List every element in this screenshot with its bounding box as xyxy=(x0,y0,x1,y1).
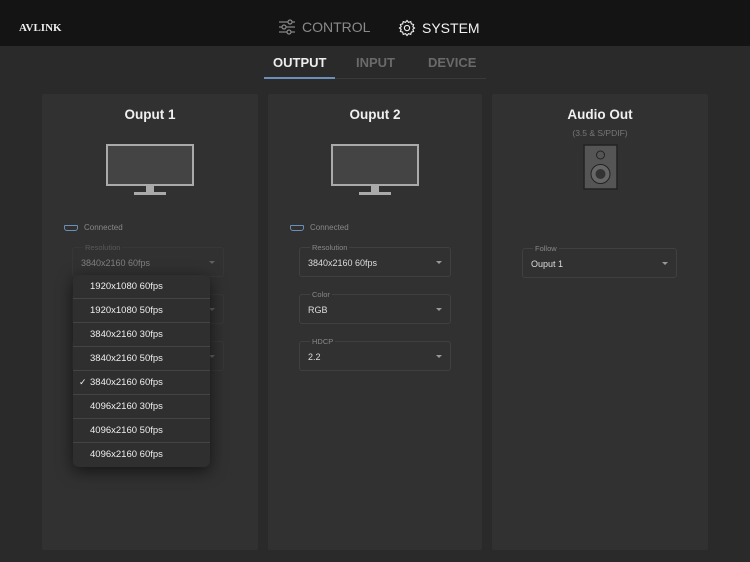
panel-subtitle: (3.5 & S/PDIF) xyxy=(572,128,628,138)
caret-down-icon xyxy=(662,262,668,265)
resolution-dropdown-menu: 1920x1080 60fps 1920x1080 50fps 3840x216… xyxy=(73,275,210,467)
tab-output[interactable]: OUTPUT xyxy=(273,55,326,70)
panel-output-2: Ouput 2 Connected Resolution 3840x2160 60… xyxy=(268,94,482,550)
tab-input[interactable]: INPUT xyxy=(356,55,395,70)
hdmi-icon xyxy=(290,224,304,231)
connection-status: Connected xyxy=(290,223,349,232)
menu-item[interactable]: 3840x2160 50fps xyxy=(73,347,210,371)
logo: AVLINK xyxy=(19,22,62,34)
menu-item[interactable]: 4096x2160 60fps xyxy=(73,443,210,467)
connection-status: Connected xyxy=(64,223,123,232)
monitor-icon xyxy=(106,144,194,195)
caret-down-icon xyxy=(436,355,442,358)
hdmi-icon xyxy=(64,224,78,231)
color-select[interactable]: Color RGB xyxy=(299,290,451,324)
menu-item-selected[interactable]: ✓ 3840x2160 60fps xyxy=(73,371,210,395)
panel-title: Audio Out xyxy=(567,107,633,122)
speaker-icon xyxy=(583,144,618,190)
caret-down-icon xyxy=(209,261,215,264)
menu-item[interactable]: 1920x1080 60fps xyxy=(73,275,210,299)
follow-select[interactable]: Follow Ouput 1 xyxy=(522,244,677,278)
menu-item[interactable]: 3840x2160 30fps xyxy=(73,323,210,347)
tab-bar: OUTPUT INPUT DEVICE xyxy=(0,46,750,82)
panel-audio-out: Audio Out (3.5 & S/PDIF) Follow Ouput 1 xyxy=(492,94,708,550)
panel-title: Ouput 2 xyxy=(349,107,401,122)
gear-icon xyxy=(398,19,416,37)
resolution-select[interactable]: Resolution 3840x2160 60fps xyxy=(72,243,224,277)
nav-system-label: SYSTEM xyxy=(422,20,480,36)
nav-control[interactable]: CONTROL xyxy=(278,19,370,35)
tab-device[interactable]: DEVICE xyxy=(428,55,476,70)
panel-title: Ouput 1 xyxy=(124,107,176,122)
top-bar: AVLINK CONTROL SYSTEM xyxy=(0,0,750,46)
nav-control-label: CONTROL xyxy=(302,19,371,35)
menu-item[interactable]: 1920x1080 50fps xyxy=(73,299,210,323)
checkmark-icon: ✓ xyxy=(79,377,87,387)
hdcp-select[interactable]: HDCP 2.2 xyxy=(299,337,451,371)
resolution-select[interactable]: Resolution 3840x2160 60fps xyxy=(299,243,451,277)
nav-system[interactable]: SYSTEM xyxy=(398,19,480,37)
caret-down-icon xyxy=(436,261,442,264)
active-tab-indicator xyxy=(264,77,335,79)
menu-item[interactable]: 4096x2160 30fps xyxy=(73,395,210,419)
menu-item[interactable]: 4096x2160 50fps xyxy=(73,419,210,443)
sliders-icon xyxy=(279,19,295,35)
monitor-icon xyxy=(331,144,419,195)
caret-down-icon xyxy=(436,308,442,311)
